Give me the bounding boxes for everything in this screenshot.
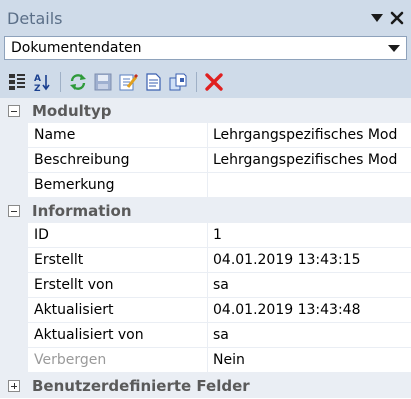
property-row-name[interactable]: Name Lehrgangspezifisches Mod — [0, 123, 411, 148]
property-name: Verbergen — [28, 348, 208, 373]
category-information[interactable]: Information — [0, 198, 411, 223]
property-row-beschreibung[interactable]: Beschreibung Lehrgangspezifisches Mod — [0, 148, 411, 173]
property-name: ID — [28, 223, 208, 248]
property-row-aktualisiert-von[interactable]: Aktualisiert von sa — [0, 323, 411, 348]
property-value[interactable]: 04.01.2019 13:43:48 — [208, 298, 411, 323]
category-label: Modultyp — [32, 101, 112, 120]
dropdown-selected-value: Dokumentendaten — [11, 40, 142, 56]
property-name: Aktualisiert — [28, 298, 208, 323]
details-panel: Details Dokumentendaten A Z Modultyp Nam… — [0, 0, 411, 399]
toolbar: A Z — [0, 66, 411, 98]
property-name: Beschreibung — [28, 148, 208, 173]
save-icon[interactable] — [92, 71, 114, 93]
property-value[interactable]: 04.01.2019 13:43:15 — [208, 248, 411, 273]
property-value[interactable]: Lehrgangspezifisches Mod — [208, 148, 411, 173]
property-value[interactable]: sa — [208, 323, 411, 348]
category-modultyp[interactable]: Modultyp — [0, 98, 411, 123]
dropdown-arrow-icon[interactable] — [367, 8, 387, 28]
property-row-id[interactable]: ID 1 — [0, 223, 411, 248]
property-name: Erstellt — [28, 248, 208, 273]
category-label: Benutzerdefinierte Felder — [32, 376, 250, 395]
property-value[interactable]: Lehrgangspezifisches Mod — [208, 123, 411, 148]
property-name: Bemerkung — [28, 173, 208, 198]
toolbar-separator — [60, 72, 61, 92]
property-row-verbergen[interactable]: Verbergen Nein — [0, 348, 411, 373]
copy-icon[interactable] — [167, 71, 189, 93]
property-name: Aktualisiert von — [28, 323, 208, 348]
document-icon[interactable] — [142, 71, 164, 93]
expand-icon[interactable] — [8, 379, 20, 392]
property-value[interactable]: sa — [208, 273, 411, 298]
property-name: Erstellt von — [28, 273, 208, 298]
property-value[interactable] — [208, 173, 411, 198]
dropdown-container: Dokumentendaten — [0, 36, 411, 66]
title-buttons — [367, 8, 411, 28]
collapse-icon[interactable] — [8, 204, 20, 217]
edit-icon[interactable] — [117, 71, 139, 93]
document-type-dropdown[interactable]: Dokumentendaten — [4, 36, 407, 60]
collapse-icon[interactable] — [8, 104, 20, 117]
sort-az-icon[interactable]: A Z — [31, 71, 53, 93]
panel-title: Details — [7, 8, 63, 28]
property-grid: Modultyp Name Lehrgangspezifisches Mod B… — [0, 98, 411, 398]
chevron-down-icon — [388, 44, 400, 52]
delete-icon[interactable] — [203, 71, 225, 93]
property-row-erstellt-von[interactable]: Erstellt von sa — [0, 273, 411, 298]
property-row-erstellt[interactable]: Erstellt 04.01.2019 13:43:15 — [0, 248, 411, 273]
property-value[interactable]: Nein — [208, 348, 411, 373]
category-label: Information — [32, 201, 132, 220]
title-bar: Details — [0, 0, 411, 36]
svg-text:Z: Z — [34, 84, 41, 92]
property-name: Name — [28, 123, 208, 148]
close-icon[interactable] — [387, 8, 407, 28]
property-row-bemerkung[interactable]: Bemerkung — [0, 173, 411, 198]
svg-text:A: A — [34, 74, 41, 84]
toolbar-separator — [196, 72, 197, 92]
categorized-icon[interactable] — [6, 71, 28, 93]
property-value[interactable]: 1 — [208, 223, 411, 248]
category-benutzerdefinierte-felder[interactable]: Benutzerdefinierte Felder — [0, 373, 411, 398]
refresh-icon[interactable] — [67, 71, 89, 93]
property-row-aktualisiert[interactable]: Aktualisiert 04.01.2019 13:43:48 — [0, 298, 411, 323]
